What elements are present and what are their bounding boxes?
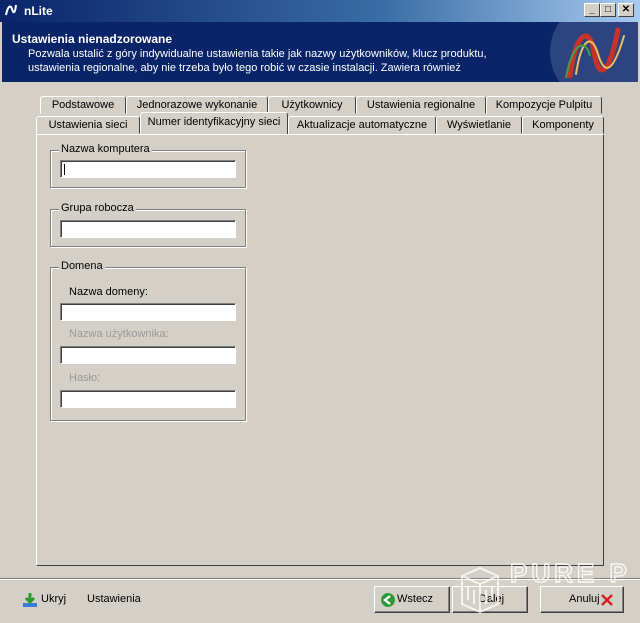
domain-username-label: Nazwa użytkownika:	[69, 328, 169, 340]
domain-password-input[interactable]	[60, 390, 236, 408]
back-button[interactable]: Wstecz	[374, 586, 450, 613]
computer-name-legend: Nazwa komputera	[59, 143, 152, 155]
tab-numer-identyfikacyjny-sieci[interactable]: Numer identyfikacyjny sieci	[140, 112, 288, 134]
domain-name-label: Nazwa domeny:	[69, 286, 148, 298]
bottom-separator	[0, 578, 640, 580]
computer-name-input[interactable]	[60, 160, 236, 178]
header-banner: Ustawienia nienadzorowane Pozwala ustali…	[2, 22, 638, 82]
tab-podstawowe[interactable]: Podstawowe	[40, 96, 126, 114]
tab-komponenty[interactable]: Komponenty	[522, 116, 604, 134]
settings-button[interactable]: Ustawienia	[87, 593, 141, 605]
back-label: Wstecz	[397, 593, 434, 605]
domain-password-label: Hasło:	[69, 372, 101, 384]
tab-ustawienia-sieci[interactable]: Ustawienia sieci	[36, 116, 140, 134]
domain-name-input[interactable]	[60, 303, 236, 321]
nlite-banner-logo-icon	[550, 22, 638, 82]
domain-legend: Domena	[59, 260, 105, 272]
window-title: nLite	[24, 4, 53, 18]
hide-button[interactable]: Ukryj	[41, 593, 66, 605]
next-button[interactable]: Dalej	[452, 586, 528, 613]
minimize-button[interactable]: _	[584, 3, 600, 17]
tab-kompozycje-pulpitu[interactable]: Kompozycje Pulpitu	[486, 96, 602, 114]
close-x-icon	[601, 594, 613, 606]
page-title: Ustawienia nienadzorowane	[12, 32, 173, 46]
back-arrow-icon	[381, 593, 395, 607]
tab-wyswietlanie[interactable]: Wyświetlanie	[436, 116, 522, 134]
nlite-logo-icon	[5, 4, 17, 16]
cancel-label: Anuluj	[569, 593, 600, 605]
tab-aktualizacje-automatyczne[interactable]: Aktualizacje automatyczne	[288, 116, 436, 134]
next-label: Dalej	[479, 593, 505, 605]
close-button[interactable]: ✕	[618, 3, 634, 17]
download-arrow-icon[interactable]	[22, 592, 38, 608]
title-bar[interactable]: nLite _ □ ✕	[0, 0, 640, 22]
text-caret	[64, 164, 65, 175]
workgroup-input[interactable]	[60, 220, 236, 238]
domain-username-input[interactable]	[60, 346, 236, 364]
cancel-button[interactable]: Anuluj	[540, 586, 624, 613]
workgroup-legend: Grupa robocza	[59, 202, 136, 214]
page-description: Pozwala ustalić z góry indywidualne usta…	[28, 48, 487, 74]
maximize-button[interactable]: □	[600, 3, 616, 17]
tab-ustawienia-regionalne[interactable]: Ustawienia regionalne	[356, 96, 486, 114]
